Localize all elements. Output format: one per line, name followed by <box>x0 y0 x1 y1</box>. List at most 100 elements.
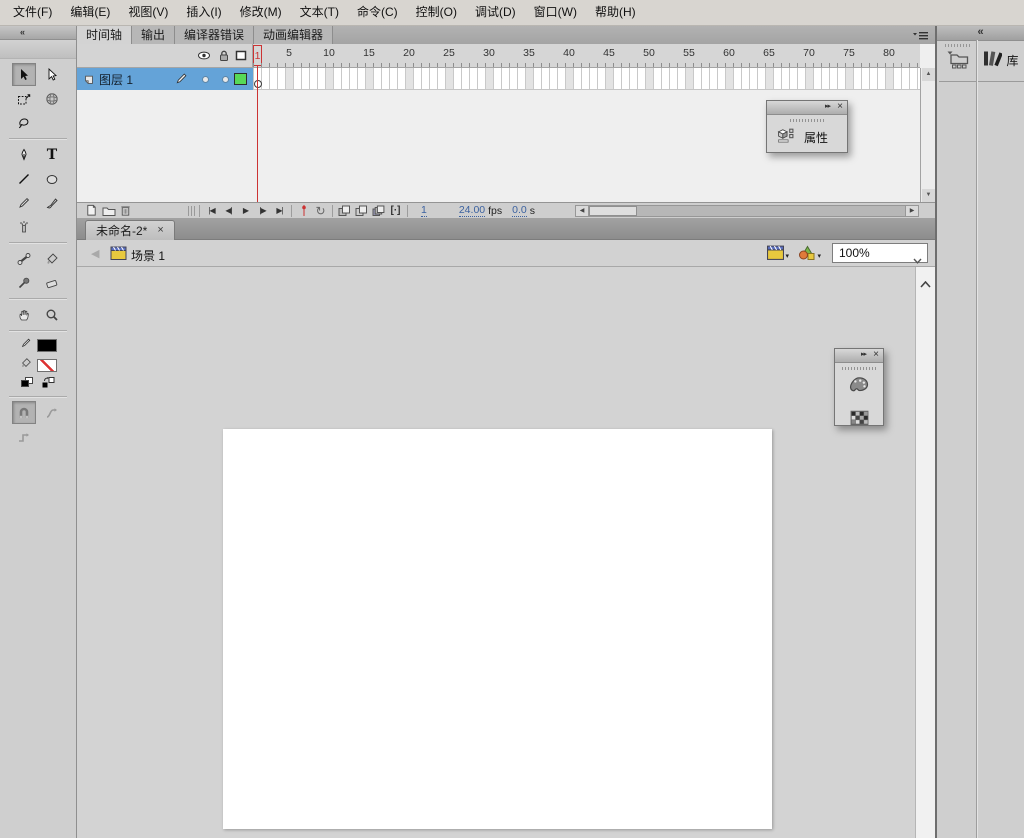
zoom-tool-icon[interactable] <box>40 303 64 326</box>
document-tab[interactable]: 未命名-2* × <box>85 220 175 240</box>
edit-symbols-button[interactable]: ▾ <box>798 245 821 260</box>
menu-debug[interactable]: 调试(D) <box>466 0 525 25</box>
center-frame-marker-icon[interactable] <box>295 204 312 218</box>
menu-window[interactable]: 窗口(W) <box>525 0 586 25</box>
menu-view[interactable]: 视图(V) <box>119 0 177 25</box>
menu-help[interactable]: 帮助(H) <box>586 0 645 25</box>
elapsed-time-field[interactable]: 0.0 <box>512 204 527 217</box>
new-folder-icon[interactable] <box>100 204 117 218</box>
selection-tool-icon[interactable] <box>12 63 36 86</box>
pen-tool-icon[interactable] <box>12 143 36 166</box>
onion-skin-outlines-icon[interactable] <box>353 204 370 218</box>
current-frame-field[interactable]: 1 <box>421 204 427 217</box>
close-panel-icon[interactable]: × <box>873 349 879 361</box>
hand-tool-icon[interactable] <box>12 303 36 326</box>
tab-output[interactable]: 输出 <box>132 26 176 44</box>
play-icon[interactable]: ▶ <box>237 204 254 218</box>
show-hide-eye-icon[interactable] <box>197 49 211 67</box>
layer-visibility-dot[interactable] <box>203 77 208 82</box>
step-back-icon[interactable]: ◀| <box>220 204 237 218</box>
swatches-panel-item[interactable] <box>835 410 883 431</box>
dock-collapse-icon[interactable]: « <box>937 26 1024 41</box>
bone-tool-icon[interactable] <box>12 247 36 270</box>
straighten-tool-icon[interactable] <box>12 425 36 448</box>
tools-panel-grip[interactable] <box>0 40 76 59</box>
expand-panel-icon[interactable]: ▸▸ <box>861 350 867 358</box>
frame-grid-row[interactable] <box>253 68 920 90</box>
menu-edit[interactable]: 编辑(E) <box>61 0 119 25</box>
menu-modify[interactable]: 修改(M) <box>231 0 291 25</box>
go-to-last-frame-icon[interactable]: ▶| <box>271 204 288 218</box>
go-to-first-frame-icon[interactable]: |◀ <box>203 204 220 218</box>
scroll-down-icon[interactable]: ▼ <box>922 189 935 202</box>
playhead-line[interactable] <box>257 66 258 202</box>
tools-panel-collapse-icon[interactable]: « <box>0 26 76 40</box>
onion-skin-icon[interactable] <box>336 204 353 218</box>
scroll-up-icon[interactable]: ▲ <box>922 68 935 81</box>
smooth-tool-icon[interactable] <box>40 401 64 424</box>
new-layer-icon[interactable] <box>83 204 100 218</box>
paint-bucket-tool-icon[interactable] <box>40 247 64 270</box>
loop-playback-icon[interactable]: ↻ <box>312 204 329 218</box>
eraser-tool-icon[interactable] <box>40 271 64 294</box>
layer-outline-color-swatch[interactable] <box>234 73 247 85</box>
pencil-tool-icon[interactable] <box>12 191 36 214</box>
menu-commands[interactable]: 命令(C) <box>348 0 407 25</box>
tab-compiler-errors[interactable]: 编译器错误 <box>175 26 255 44</box>
color-panel-item[interactable] <box>835 376 883 398</box>
menu-text[interactable]: 文本(T) <box>291 0 348 25</box>
snap-to-objects-magnet-icon[interactable] <box>12 401 36 424</box>
oval-tool-icon[interactable] <box>40 167 64 190</box>
frame-rate-field[interactable]: 24.00 <box>458 204 486 217</box>
black-white-colors-icon[interactable] <box>21 375 34 393</box>
properties-panel-item[interactable]: 属性 <box>767 123 847 148</box>
tab-timeline[interactable]: 时间轴 <box>77 26 133 44</box>
scroll-left-icon[interactable]: ◀ <box>576 206 589 216</box>
free-transform-tool-icon[interactable] <box>12 87 36 110</box>
tab-motion-editor[interactable]: 动画编辑器 <box>254 26 334 44</box>
subselection-tool-icon[interactable] <box>40 63 64 86</box>
scroll-right-icon[interactable]: ▶ <box>905 206 918 216</box>
menu-control[interactable]: 控制(O) <box>407 0 466 25</box>
frame-ruler[interactable]: 1 5 10 15 20 25 30 35 40 45 50 55 60 65 … <box>253 44 920 68</box>
modify-markers-icon[interactable]: [·] <box>387 204 404 218</box>
fill-color-swatch[interactable] <box>36 358 57 372</box>
menu-file[interactable]: 文件(F) <box>4 0 61 25</box>
scrollbar-thumb[interactable] <box>589 206 637 216</box>
components-panel-collapsed[interactable] <box>939 40 976 82</box>
panel-menu-icon[interactable] <box>911 29 929 41</box>
3d-rotation-tool-icon[interactable] <box>40 87 64 110</box>
close-panel-icon[interactable]: × <box>837 101 843 113</box>
menu-insert[interactable]: 插入(I) <box>177 0 230 25</box>
edit-multiple-frames-icon[interactable] <box>370 204 387 218</box>
properties-panel-titlebar[interactable]: ▸▸ × <box>767 101 847 115</box>
timeline-splitter-grip[interactable] <box>188 205 196 216</box>
layer-name[interactable]: 图层 1 <box>99 71 133 88</box>
library-panel-collapsed[interactable]: 库 <box>977 40 1024 82</box>
zoom-level-select[interactable]: 100% <box>832 243 928 264</box>
text-tool-icon[interactable]: T <box>40 143 64 166</box>
stage-vertical-scrollbar[interactable] <box>915 267 935 838</box>
timeline-horizontal-scrollbar[interactable]: ◀ ▶ <box>575 205 919 217</box>
color-panel-titlebar[interactable]: ▸▸ × <box>835 349 883 363</box>
edit-scene-button[interactable]: ▾ <box>767 245 789 260</box>
lasso-tool-icon[interactable] <box>12 111 36 134</box>
delete-layer-trash-icon[interactable] <box>117 204 134 218</box>
line-tool-icon[interactable] <box>12 167 36 190</box>
outline-layers-icon[interactable] <box>234 49 248 67</box>
layer-lock-dot[interactable] <box>223 77 228 82</box>
stage-canvas[interactable] <box>223 429 772 829</box>
expand-panel-icon[interactable]: ▸▸ <box>825 102 831 110</box>
spray-brush-tool-icon[interactable] <box>12 215 36 238</box>
stroke-color-swatch[interactable] <box>36 338 57 352</box>
layer-row[interactable]: 图层 1 <box>77 68 253 90</box>
brush-tool-icon[interactable] <box>40 191 64 214</box>
timeline-vertical-scrollbar[interactable]: ▲ ▼ <box>920 68 935 202</box>
swap-colors-icon[interactable] <box>42 375 55 393</box>
close-document-icon[interactable]: × <box>157 225 163 236</box>
lock-layers-icon[interactable] <box>217 49 231 67</box>
eyedropper-tool-icon[interactable] <box>12 271 36 294</box>
back-arrow-icon[interactable]: ◀ <box>91 247 99 260</box>
step-forward-icon[interactable]: |▶ <box>254 204 271 218</box>
scroll-up-chevron-icon[interactable] <box>920 275 931 293</box>
